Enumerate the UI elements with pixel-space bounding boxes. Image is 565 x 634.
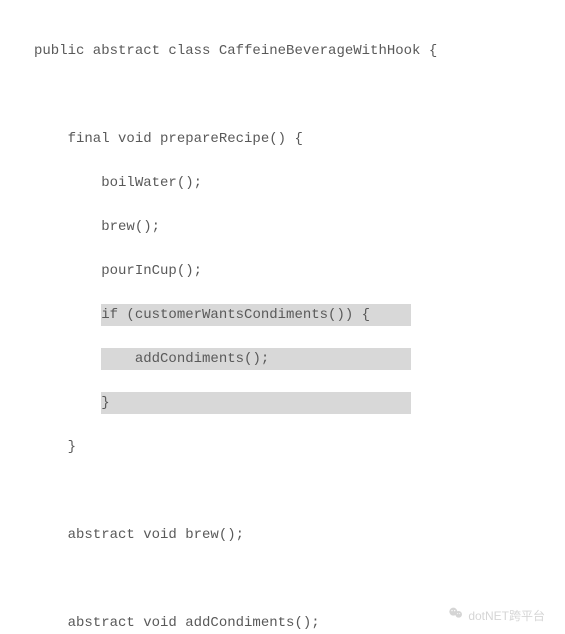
code-line: brew();	[34, 216, 565, 238]
code-line: }	[34, 436, 565, 458]
highlighted-span: if (customerWantsCondiments()) {	[101, 304, 411, 326]
code-line: pourInCup();	[34, 260, 565, 282]
code-line: abstract void brew();	[34, 524, 565, 546]
code-line	[34, 568, 565, 590]
code-line	[34, 480, 565, 502]
code-block: public abstract class CaffeineBeverageWi…	[0, 0, 565, 634]
watermark-text: dotNET跨平台	[468, 607, 545, 624]
code-line-highlighted: if (customerWantsCondiments()) {	[34, 304, 565, 326]
highlighted-span: addCondiments();	[101, 348, 411, 370]
code-line	[34, 84, 565, 106]
highlighted-span: }	[101, 392, 411, 414]
wechat-icon	[448, 605, 464, 626]
code-line-highlighted: }	[34, 392, 565, 414]
code-line: public abstract class CaffeineBeverageWi…	[34, 40, 565, 62]
code-line: boilWater();	[34, 172, 565, 194]
watermark: dotNET跨平台	[448, 605, 545, 626]
code-line: final void prepareRecipe() {	[34, 128, 565, 150]
code-line-highlighted: addCondiments();	[34, 348, 565, 370]
